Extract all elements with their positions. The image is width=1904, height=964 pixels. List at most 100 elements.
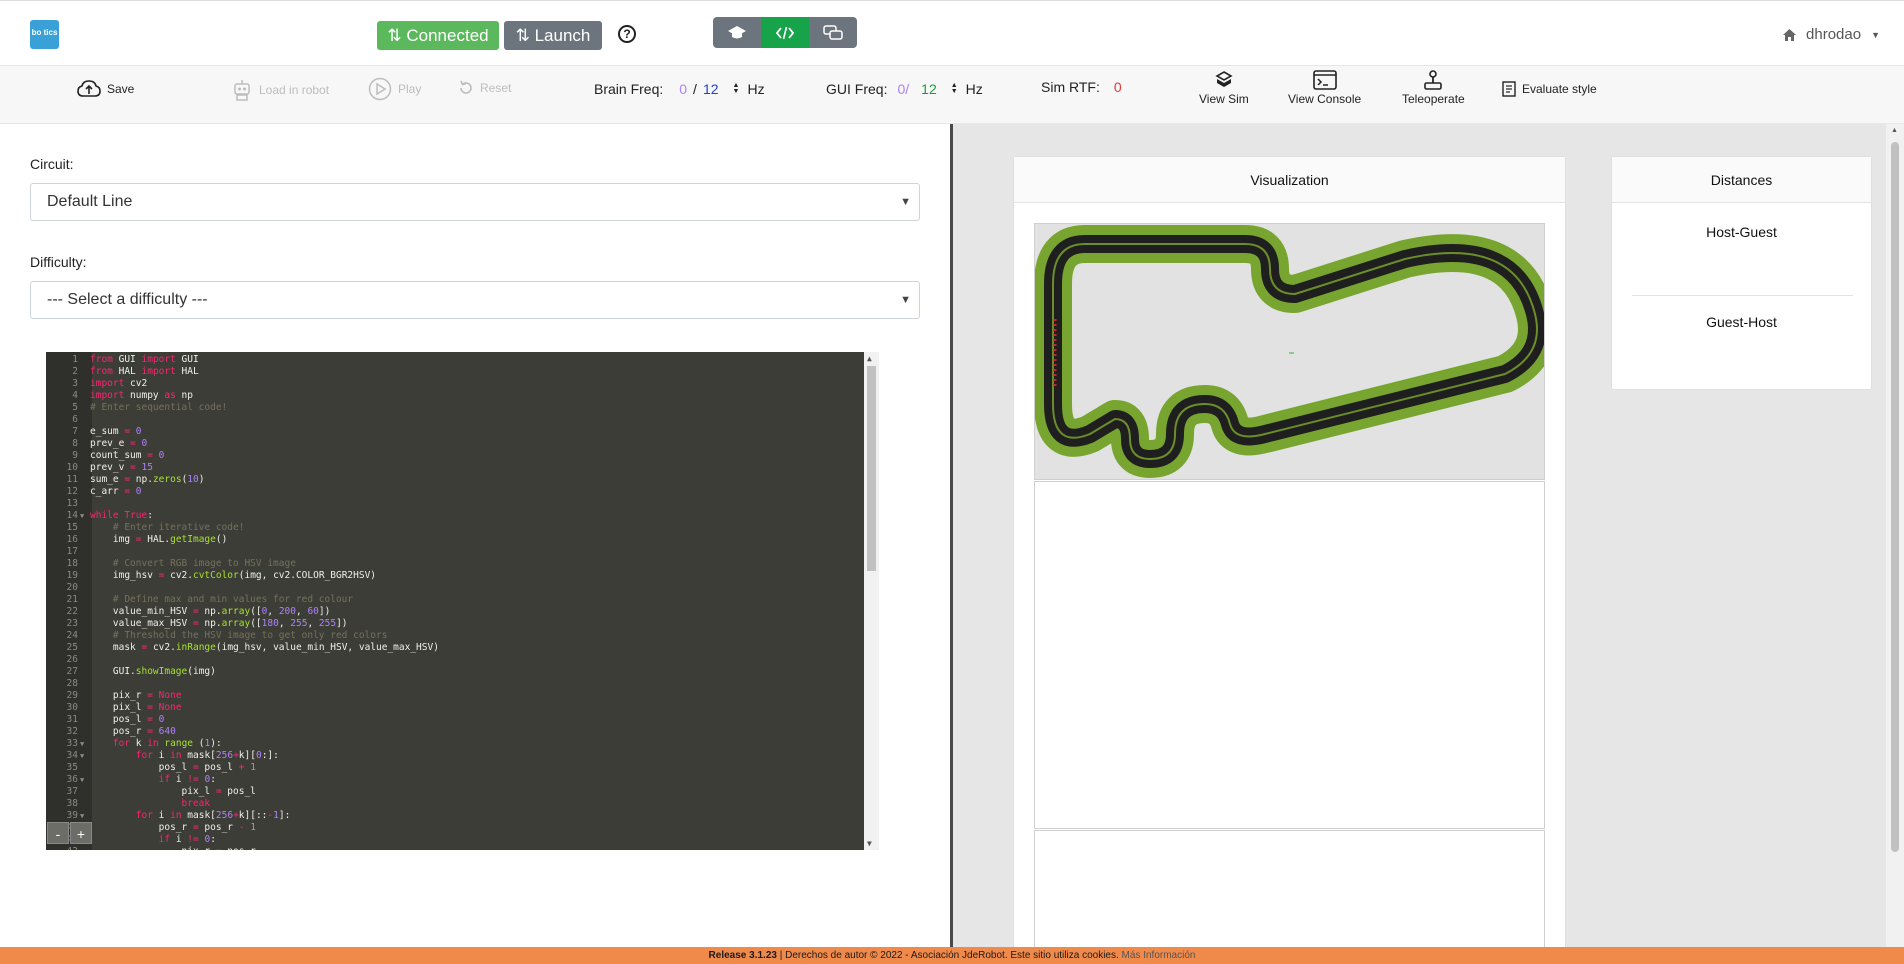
fold-arrow-icon[interactable]: ▼ [80, 774, 90, 786]
code-line[interactable]: 39 ▼ for i in mask[256+k][::-1]: [46, 810, 864, 822]
zoom-out-button[interactable]: - [47, 822, 69, 844]
evaluate-style-button[interactable]: Evaluate style [1502, 81, 1597, 97]
code-line[interactable]: 21 # Define max and min values for red c… [46, 594, 864, 606]
code-text: from GUI import GUI [90, 354, 199, 365]
difficulty-select[interactable]: --- Select a difficulty --- ▼ [30, 281, 920, 319]
code-line[interactable]: 2 from HAL import HAL [46, 366, 864, 378]
unibotics-logo[interactable]: bo tics [30, 20, 59, 49]
code-line[interactable]: 16 img = HAL.getImage() [46, 534, 864, 546]
gui-freq-spinner-icon[interactable]: ▲ ▼ [951, 82, 958, 95]
view-sim-button[interactable]: View Sim [1199, 70, 1249, 106]
code-text: import cv2 [90, 378, 148, 389]
code-line[interactable]: 34 ▼ for i in mask[256+k][0:]: [46, 750, 864, 762]
code-line[interactable]: 7 e_sum = 0 [46, 426, 864, 438]
code-line[interactable]: 1 from GUI import GUI [46, 354, 864, 366]
more-info-link[interactable]: Más Información [1122, 950, 1196, 961]
code-line[interactable]: 24 # Threshold the HSV image to get only… [46, 630, 864, 642]
code-line[interactable]: 11 sum_e = np.zeros(10) [46, 474, 864, 486]
load-in-robot-label: Load in robot [259, 83, 330, 97]
code-line[interactable]: 8 prev_e = 0 [46, 438, 864, 450]
view-console-button[interactable]: View Console [1288, 70, 1361, 106]
code-line[interactable]: 12 c_arr = 0 [46, 486, 864, 498]
editor-scrollbar[interactable]: ▲ ▼ [864, 352, 879, 850]
line-number: 8 [72, 438, 78, 449]
user-menu[interactable]: dhrodao ▼ [1783, 26, 1880, 43]
connected-label: Connected [406, 26, 489, 45]
code-line[interactable]: 3 import cv2 [46, 378, 864, 390]
code-editor[interactable]: 1 from GUI import GUI 2 from HAL import HAL… [46, 352, 879, 850]
code-line[interactable]: 25 mask = cv2.inRange(img_hsv, value_min… [46, 642, 864, 654]
code-line[interactable]: 14 ▼ while True: [46, 510, 864, 522]
brain-freq-value: 0 [679, 81, 688, 97]
launch-arrows-icon: ⇅ [515, 26, 530, 45]
theory-mode-button[interactable] [713, 17, 761, 48]
code-line[interactable]: 29 pix_r = None [46, 690, 864, 702]
code-mode-button[interactable] [761, 17, 809, 48]
forum-mode-button[interactable] [809, 17, 857, 48]
play-label: Play [398, 82, 422, 96]
code-line[interactable]: 13 [46, 498, 864, 510]
line-number: 38 [66, 798, 78, 809]
code-line[interactable]: 9 count_sum = 0 [46, 450, 864, 462]
code-line[interactable]: 26 [46, 654, 864, 666]
code-line[interactable]: 28 [46, 678, 864, 690]
code-line[interactable]: 35 pos_l = pos_l + 1 [46, 762, 864, 774]
code-text: sum_e = np.zeros(10) [90, 474, 205, 485]
fold-arrow-icon[interactable]: ▼ [80, 510, 90, 522]
code-text: value_min_HSV = np.array([0, 200, 60]) [90, 606, 331, 617]
circuit-label: Circuit: [30, 156, 74, 172]
code-line[interactable]: 40 pos_r = pos_r - 1 [46, 822, 864, 834]
gui-freq-target-input[interactable]: 12 [921, 81, 937, 97]
launch-button[interactable]: ⇅ Launch [504, 21, 602, 50]
fold-arrow-icon[interactable]: ▼ [80, 750, 90, 762]
fold-arrow-icon[interactable]: ▼ [80, 810, 90, 822]
save-button[interactable]: Save [77, 80, 134, 98]
code-line[interactable]: 15 # Enter iterative code! [46, 522, 864, 534]
teleoperate-button[interactable]: Teleoperate [1402, 70, 1465, 106]
code-line[interactable]: 37 pix_l = pos_l [46, 786, 864, 798]
code-text: for i in mask[256+k][0:]: [135, 750, 279, 761]
code-line[interactable]: 32 pos_r = 640 [46, 726, 864, 738]
code-line[interactable]: 27 GUI.showImage(img) [46, 666, 864, 678]
play-button[interactable]: Play [368, 77, 421, 101]
scroll-up-icon[interactable]: ▲ [1891, 127, 1898, 134]
code-line[interactable]: 22 value_min_HSV = np.array([0, 200, 60]… [46, 606, 864, 618]
reset-icon [460, 80, 472, 94]
code-line[interactable]: 5 # Enter sequential code! [46, 402, 864, 414]
zoom-in-button[interactable]: + [70, 822, 92, 844]
code-line[interactable]: 23 value_max_HSV = np.array([180, 255, 2… [46, 618, 864, 630]
code-line[interactable]: 19 img_hsv = cv2.cvtColor(img, cv2.COLOR… [46, 570, 864, 582]
connected-button[interactable]: ⇅ Connected [377, 21, 499, 50]
page-scroll-thumb[interactable] [1891, 142, 1899, 852]
cloud-upload-icon [77, 80, 101, 97]
code-line[interactable]: 20 [46, 582, 864, 594]
code-line[interactable]: 42 pix_r = pos_r [46, 846, 864, 850]
code-line[interactable]: 31 pos_l = 0 [46, 714, 864, 726]
scroll-down-icon[interactable]: ▼ [867, 839, 872, 848]
editor-scroll-thumb[interactable] [867, 366, 876, 571]
code-text: # Enter iterative code! [112, 522, 245, 533]
code-line[interactable]: 30 pix_l = None [46, 702, 864, 714]
code-line[interactable]: 4 import numpy as np [46, 390, 864, 402]
page-scrollbar[interactable]: ▲ [1886, 124, 1904, 947]
code-line[interactable]: 36 ▼ if i != 0: [46, 774, 864, 786]
code-line[interactable]: 18 # Convert RGB image to HSV image [46, 558, 864, 570]
fold-arrow-icon[interactable]: ▼ [80, 738, 90, 750]
code-line[interactable]: 10 prev_v = 15 [46, 462, 864, 474]
brain-freq-target-input[interactable]: 12 [703, 81, 719, 97]
circuit-select[interactable]: Default Line ▼ [30, 183, 920, 221]
brain-freq-control: Brain Freq: 0 / 12 ▲ ▼ Hz [594, 81, 765, 97]
reset-button[interactable]: Reset [458, 80, 511, 96]
code-line[interactable]: 38 break [46, 798, 864, 810]
code-line[interactable]: 33 ▼ for k in range (1): [46, 738, 864, 750]
chat-bubbles-icon [823, 24, 843, 40]
help-icon[interactable]: ? [618, 25, 636, 43]
load-in-robot-button[interactable]: Load in robot [231, 79, 329, 101]
scroll-up-icon[interactable]: ▲ [867, 354, 872, 363]
code-line[interactable]: 41 if i != 0: [46, 834, 864, 846]
brain-freq-spinner-icon[interactable]: ▲ ▼ [733, 82, 740, 95]
code-line[interactable]: 17 [46, 546, 864, 558]
code-line[interactable]: 6 [46, 414, 864, 426]
